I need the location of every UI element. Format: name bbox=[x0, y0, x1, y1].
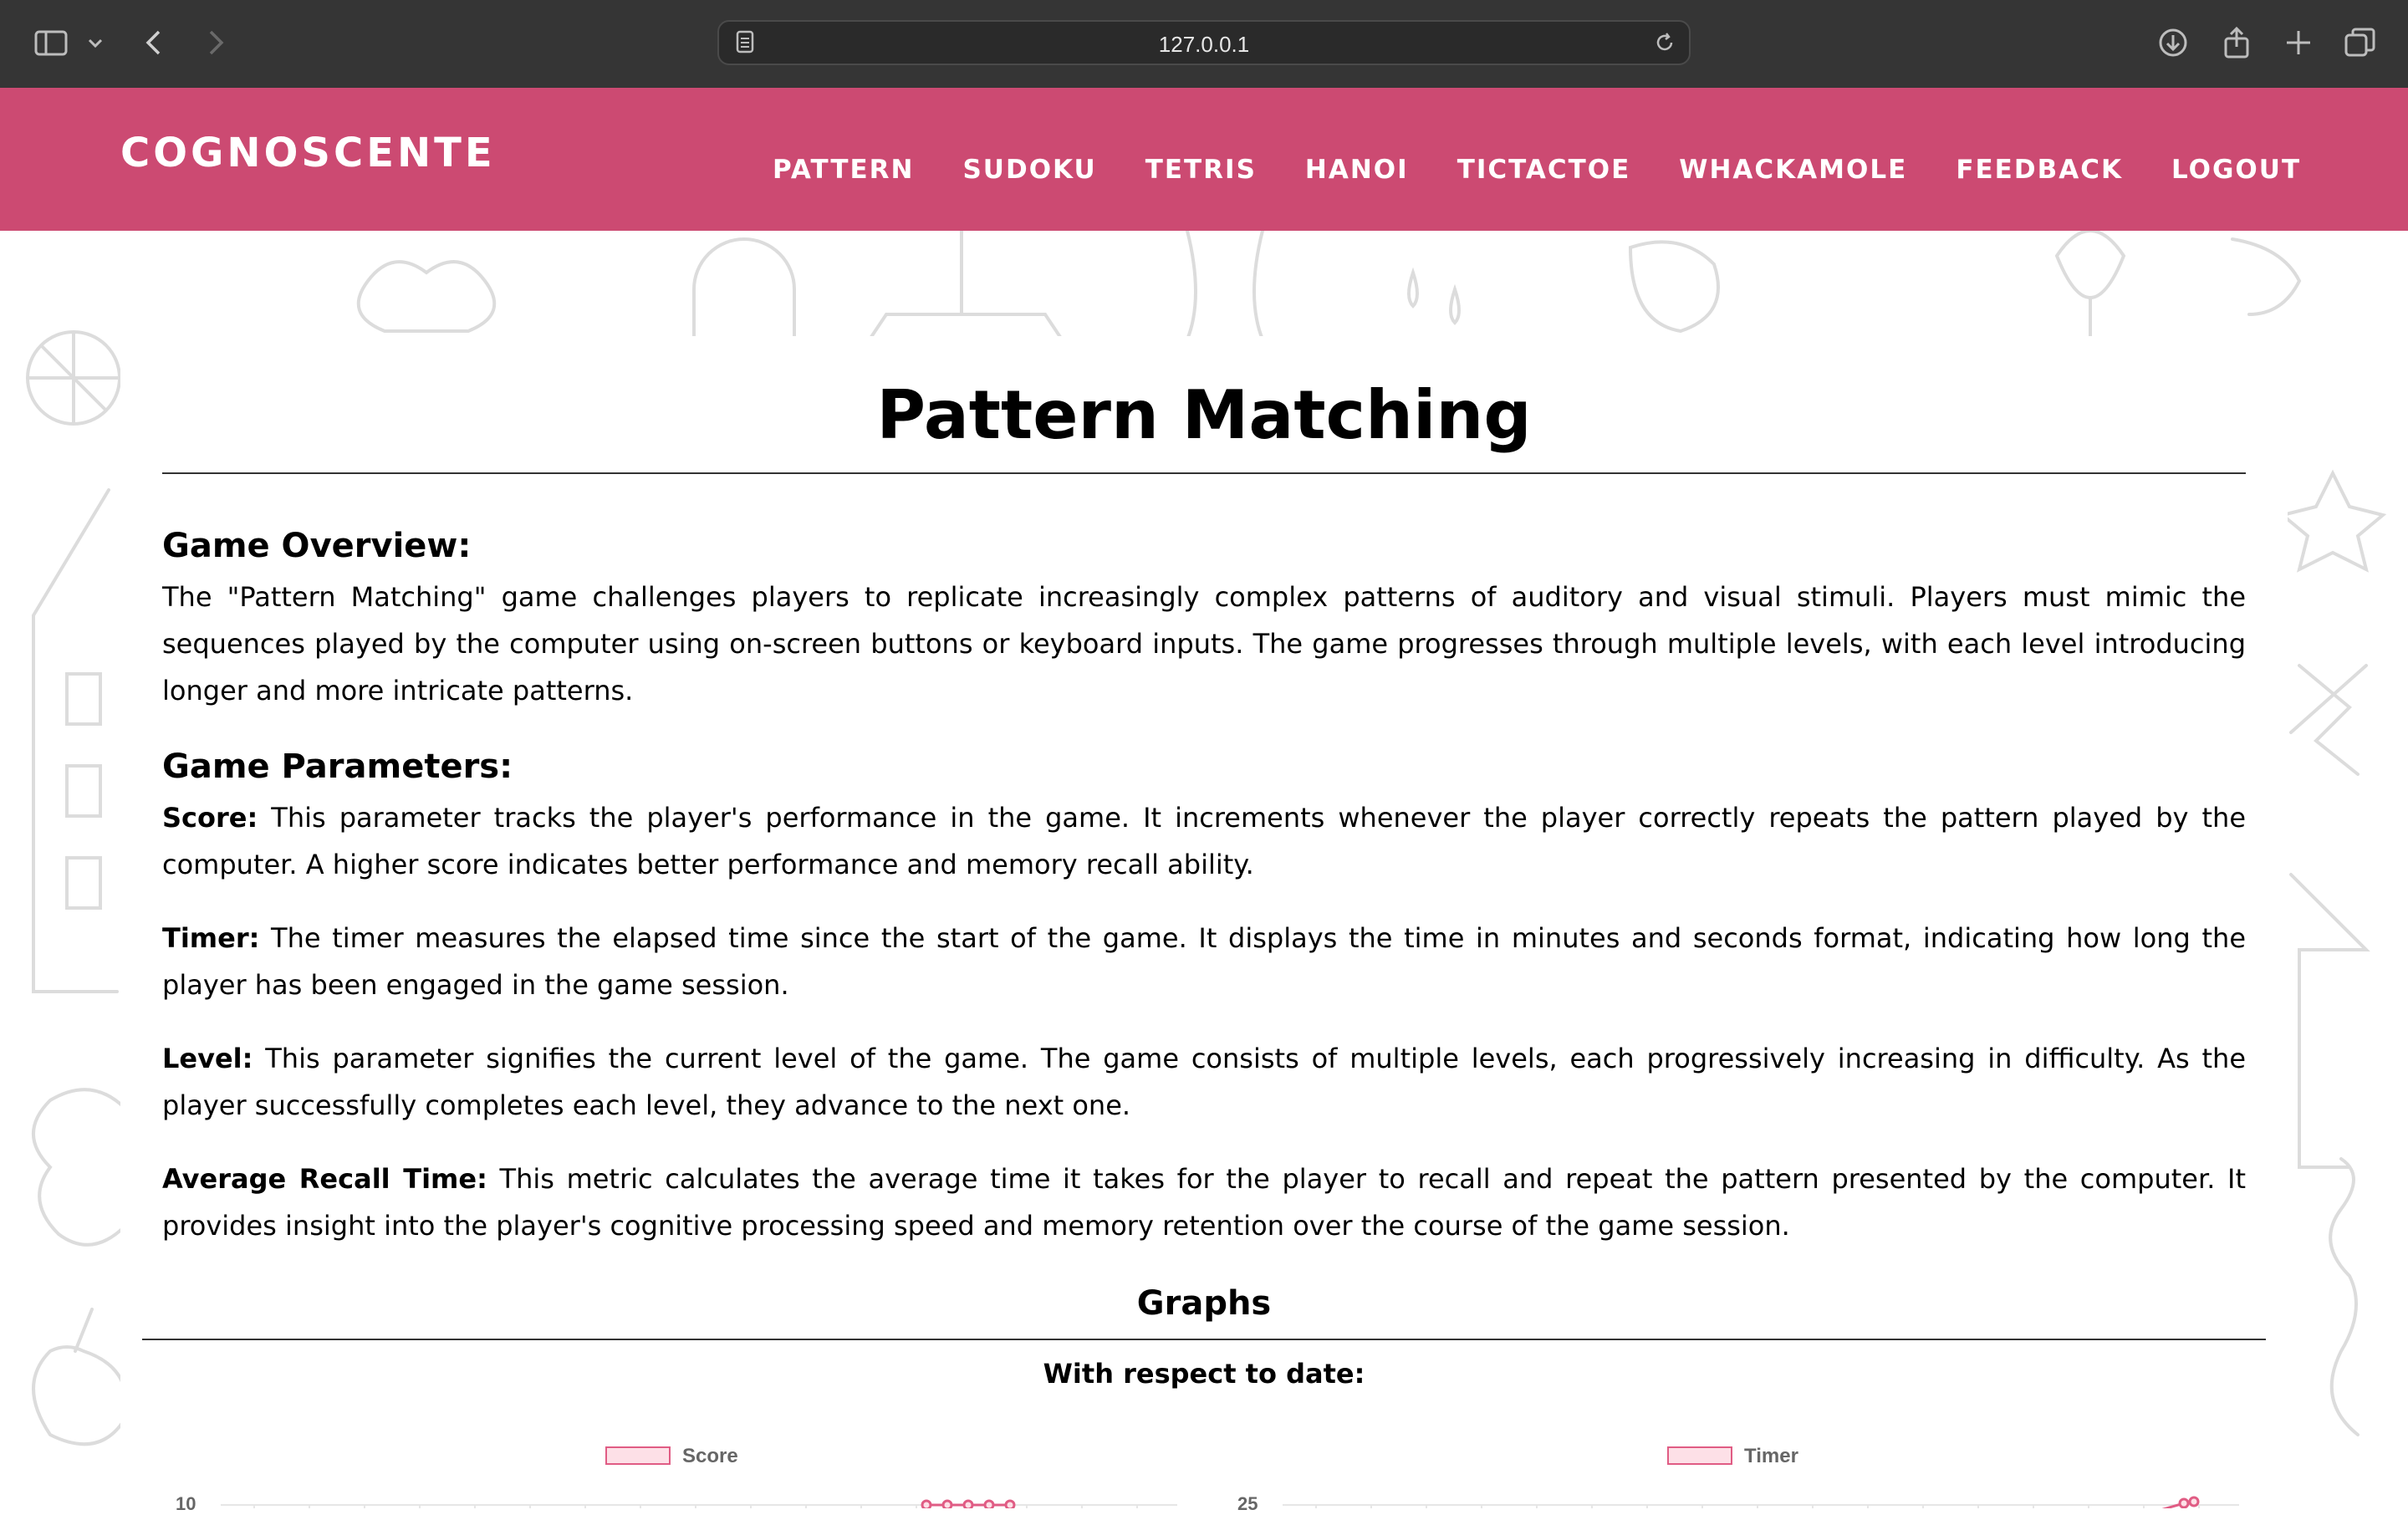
chevron-down-icon[interactable] bbox=[85, 25, 105, 60]
overview-heading: Game Overview: bbox=[162, 527, 472, 565]
param-timer: Timer: The timer measures the elapsed ti… bbox=[162, 915, 2246, 1008]
browser-toolbar: 127.0.0.1 bbox=[0, 0, 2408, 88]
overview-section: Game Overview: The "Pattern Matching" ga… bbox=[162, 527, 2246, 714]
reload-icon[interactable] bbox=[1649, 27, 1681, 59]
param-timer-text: The timer measures the elapsed time sinc… bbox=[162, 922, 2246, 1001]
content-card: Pattern Matching Game Overview: The "Pat… bbox=[120, 336, 2288, 1514]
new-tab-icon[interactable] bbox=[2281, 25, 2316, 60]
page-title: Pattern Matching bbox=[876, 376, 1532, 454]
param-score: Score: This parameter tracks the player'… bbox=[162, 794, 2246, 888]
nav-hanoi[interactable]: HANOI bbox=[1305, 155, 1409, 185]
param-level-text: This parameter signifies the current lev… bbox=[162, 1043, 2246, 1121]
param-average-recall-time: Average Recall Time: This metric calcula… bbox=[162, 1155, 2246, 1249]
param-score-text: This parameter tracks the player's perfo… bbox=[162, 802, 2246, 880]
back-icon[interactable] bbox=[137, 25, 172, 60]
param-timer-name: Timer: bbox=[162, 922, 260, 954]
timer-plot-area bbox=[1283, 1496, 2239, 1508]
graphs-heading: Graphs bbox=[1136, 1284, 1272, 1323]
url-text: 127.0.0.1 bbox=[1158, 32, 1250, 57]
tabs-icon[interactable] bbox=[2343, 25, 2378, 60]
param-score-name: Score: bbox=[162, 802, 258, 834]
brand-logo[interactable]: COGNOSCENTE bbox=[120, 130, 496, 176]
parameters-heading: Game Parameters: bbox=[162, 747, 513, 786]
param-recall-name: Average Recall Time: bbox=[162, 1163, 487, 1195]
forward-icon[interactable] bbox=[197, 25, 232, 60]
nav-pattern[interactable]: PATTERN bbox=[773, 155, 914, 185]
graphs-divider bbox=[142, 1339, 2266, 1340]
download-icon[interactable] bbox=[2155, 25, 2191, 60]
overview-text: The "Pattern Matching" game challenges p… bbox=[162, 581, 2246, 706]
address-bar[interactable]: 127.0.0.1 bbox=[717, 20, 1691, 65]
title-divider bbox=[162, 472, 2246, 474]
param-level-name: Level: bbox=[162, 1043, 253, 1074]
score-chart: Score 10 bbox=[171, 1433, 1182, 1514]
nav-sudoku[interactable]: SUDOKU bbox=[962, 155, 1096, 185]
nav-tetris[interactable]: TETRIS bbox=[1145, 155, 1257, 185]
nav-feedback[interactable]: FEEDBACK bbox=[1956, 155, 2123, 185]
sidebar-icon[interactable] bbox=[33, 25, 69, 60]
nav-whackamole[interactable]: WHACKAMOLE bbox=[1679, 155, 1907, 185]
main-nav: PATTERN SUDOKU TETRIS HANOI TICTACTOE WH… bbox=[773, 155, 2349, 185]
score-plot-area bbox=[221, 1499, 1177, 1508]
nav-tictactoe[interactable]: TICTACTOE bbox=[1457, 155, 1631, 185]
share-icon[interactable] bbox=[2219, 25, 2254, 60]
nav-logout[interactable]: LOGOUT bbox=[2171, 155, 2301, 185]
param-level: Level: This parameter signifies the curr… bbox=[162, 1035, 2246, 1129]
date-heading: With respect to date: bbox=[1043, 1358, 1365, 1390]
parameters-section: Game Parameters: Score: This parameter t… bbox=[162, 747, 2246, 1249]
site-header: COGNOSCENTE PATTERN SUDOKU TETRIS HANOI … bbox=[0, 88, 2408, 231]
timer-chart: Timer 25 bbox=[1232, 1433, 2244, 1514]
